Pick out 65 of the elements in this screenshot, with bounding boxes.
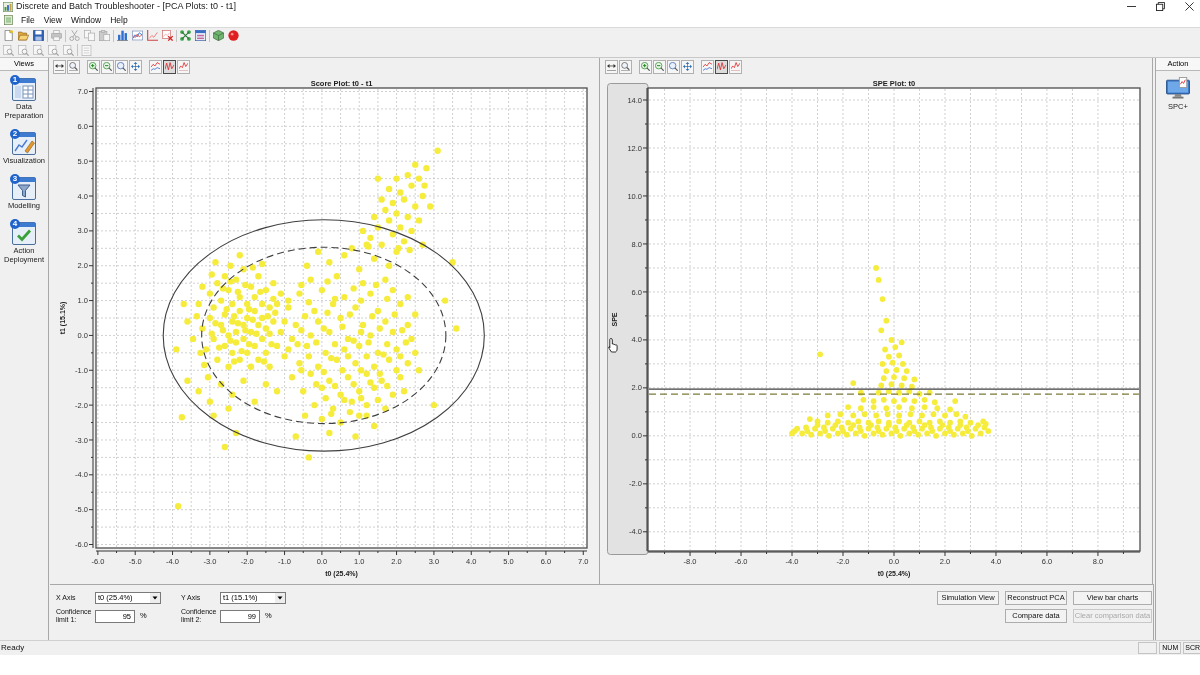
zoom-out-button[interactable]: [653, 59, 666, 74]
line-style-button[interactable]: [163, 59, 176, 74]
magnifier-icon: [669, 62, 678, 71]
bar-chart-icon[interactable]: [117, 30, 128, 41]
zoom-box-button[interactable]: [67, 59, 80, 74]
zoom-out-icon: [655, 62, 664, 71]
line-style-button[interactable]: [715, 59, 728, 74]
cube-icon[interactable]: [213, 30, 224, 41]
magnifier-icon: [69, 62, 78, 71]
checkmark-window-icon[interactable]: [12, 221, 36, 245]
pan-button[interactable]: [129, 59, 142, 74]
fit-button[interactable]: [53, 59, 66, 74]
zoom-out-button[interactable]: [101, 59, 114, 74]
close-icon[interactable]: [1185, 2, 1194, 11]
zigzag-line-icon: [717, 62, 726, 71]
dropdown-arrow-icon[interactable]: [150, 593, 160, 603]
zoom-in-button[interactable]: [639, 59, 652, 74]
trend-line-icon: [179, 62, 188, 71]
trend-line-icon: [731, 62, 740, 71]
step-badge: 2: [10, 129, 20, 139]
menu-item[interactable]: Help: [109, 15, 129, 25]
folder-icon[interactable]: [18, 30, 29, 41]
table-window-icon[interactable]: [12, 77, 36, 101]
line-chart-icon[interactable]: [132, 30, 143, 41]
step-badge: 1: [10, 75, 20, 85]
restore-icon[interactable]: [1156, 2, 1165, 11]
menu-item[interactable]: File: [20, 15, 36, 25]
double-arrow-icon: [55, 62, 64, 71]
zoom-box-button[interactable]: [619, 59, 632, 74]
zoom-button[interactable]: [667, 59, 680, 74]
monitor-chart-icon[interactable]: [1166, 77, 1190, 99]
double-arrow-icon: [607, 62, 616, 71]
zoom-in-icon: [89, 62, 98, 71]
zigzag-line-icon: [165, 62, 174, 71]
hand-cursor-icon: [608, 338, 618, 353]
status-text: Ready: [0, 644, 25, 652]
pan-button[interactable]: [681, 59, 694, 74]
menu-item[interactable]: View: [42, 15, 63, 25]
axis-chart-icon[interactable]: [147, 30, 158, 41]
chart-pen-icon[interactable]: [12, 131, 36, 155]
dot-icon[interactable]: [228, 30, 239, 41]
app-icon: [3, 1, 13, 12]
funnel-window-icon[interactable]: [12, 176, 36, 200]
magnifier-icon: [117, 62, 126, 71]
step-badge: 3: [10, 174, 20, 184]
step-badge: 4: [10, 219, 20, 229]
new-file-icon[interactable]: [3, 30, 14, 41]
zoom-out-icon: [103, 62, 112, 71]
line-chart-icon: [151, 62, 160, 71]
line-chart-icon: [703, 62, 712, 71]
move-arrows-icon: [131, 62, 140, 71]
magnifier-icon: [621, 62, 630, 71]
dropdown-arrow-icon[interactable]: [275, 593, 285, 603]
network-icon[interactable]: [180, 30, 191, 41]
save-icon[interactable]: [33, 30, 44, 41]
document-icon: [4, 15, 13, 25]
chart-delete-icon[interactable]: [162, 30, 173, 41]
zoom-in-button[interactable]: [87, 59, 100, 74]
fit-button[interactable]: [605, 59, 618, 74]
move-arrows-icon: [683, 62, 692, 71]
window-title: Discrete and Batch Troubleshooter - [PCA Plots: t0 - t1]: [16, 2, 237, 11]
menu-item[interactable]: Window: [70, 15, 103, 25]
window-icon[interactable]: [195, 30, 206, 41]
zoom-in-icon: [641, 62, 650, 71]
zoom-button[interactable]: [115, 59, 128, 74]
